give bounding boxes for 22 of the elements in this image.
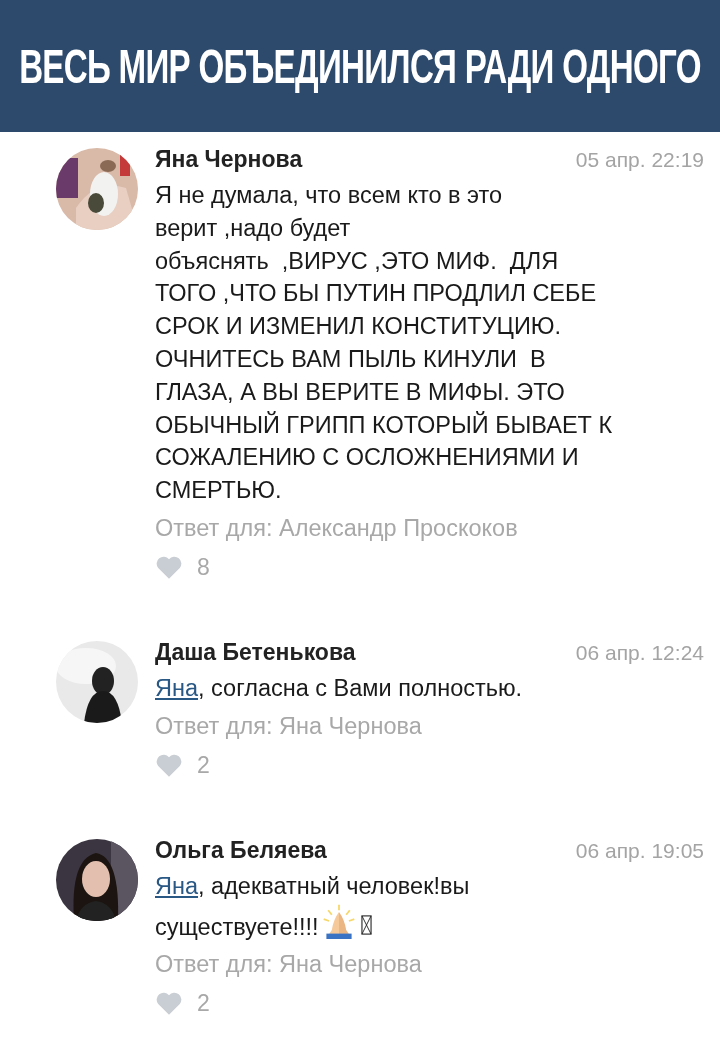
comment-date: 06 апр. 12:24 [575, 640, 704, 665]
comment-date: 06 апр. 19:05 [575, 838, 704, 863]
reply-to-text: Ответ для: Яна Чернова [155, 712, 423, 740]
like-count: 2 [197, 751, 210, 779]
heart-icon[interactable] [155, 991, 183, 1017]
reply-to-text: Ответ для: Яна Чернова [155, 951, 423, 979]
author-name[interactable]: Ольга Беляева [155, 836, 327, 864]
mention-link[interactable]: Яна [155, 872, 199, 899]
comment-text: Яна, адекватный человек!вы существуете!!!! [155, 871, 470, 942]
author-name[interactable]: Даша Бетенькова [155, 638, 356, 666]
author-name[interactable]: Яна Чернова [155, 146, 303, 173]
comment-date: 05 апр. 22:19 [575, 148, 704, 172]
like-count: 8 [197, 553, 210, 581]
reply-to-text: Ответ для: Александр Проскоков [155, 514, 519, 542]
heart-icon[interactable] [155, 752, 183, 778]
header-title: ВЕСЬ МИР ОБЪЕДИНИЛСЯ РАДИ ОДНОГО [19, 38, 701, 94]
heart-icon[interactable] [155, 554, 183, 580]
comment-text: Я не думала, что всем кто в это верит ,надо будет объяснять ,ВИРУС ,ЭТО МИФ. ДЛЯ ТОГО ,ЧТО БЫ ПУТИН ПРОДЛИЛ СЕБЕ СРОК И ИЗМЕНИЛ КОНСТИТУЦИЮ. ОЧНИТЕСЬ ВАМ ПЫЛЬ КИНУЛИ В ГЛАЗА, А ВЫ ВЕРИТЕ В МИФЫ. ЭТО ОБЫЧНЫЙ ГРИПП КОТОРЫЙ БЫВАЕТ К СОЖАЛЕНИЮ С ОСЛОЖНЕНИЯМИ И СМЕРТЬЮ. [155, 181, 613, 506]
comment-text: Яна, согласна с Вами полностью. [155, 673, 523, 703]
mention-link[interactable]: Яна [155, 674, 199, 701]
like-count: 2 [197, 990, 210, 1018]
missing-glyph-icon [360, 914, 372, 935]
